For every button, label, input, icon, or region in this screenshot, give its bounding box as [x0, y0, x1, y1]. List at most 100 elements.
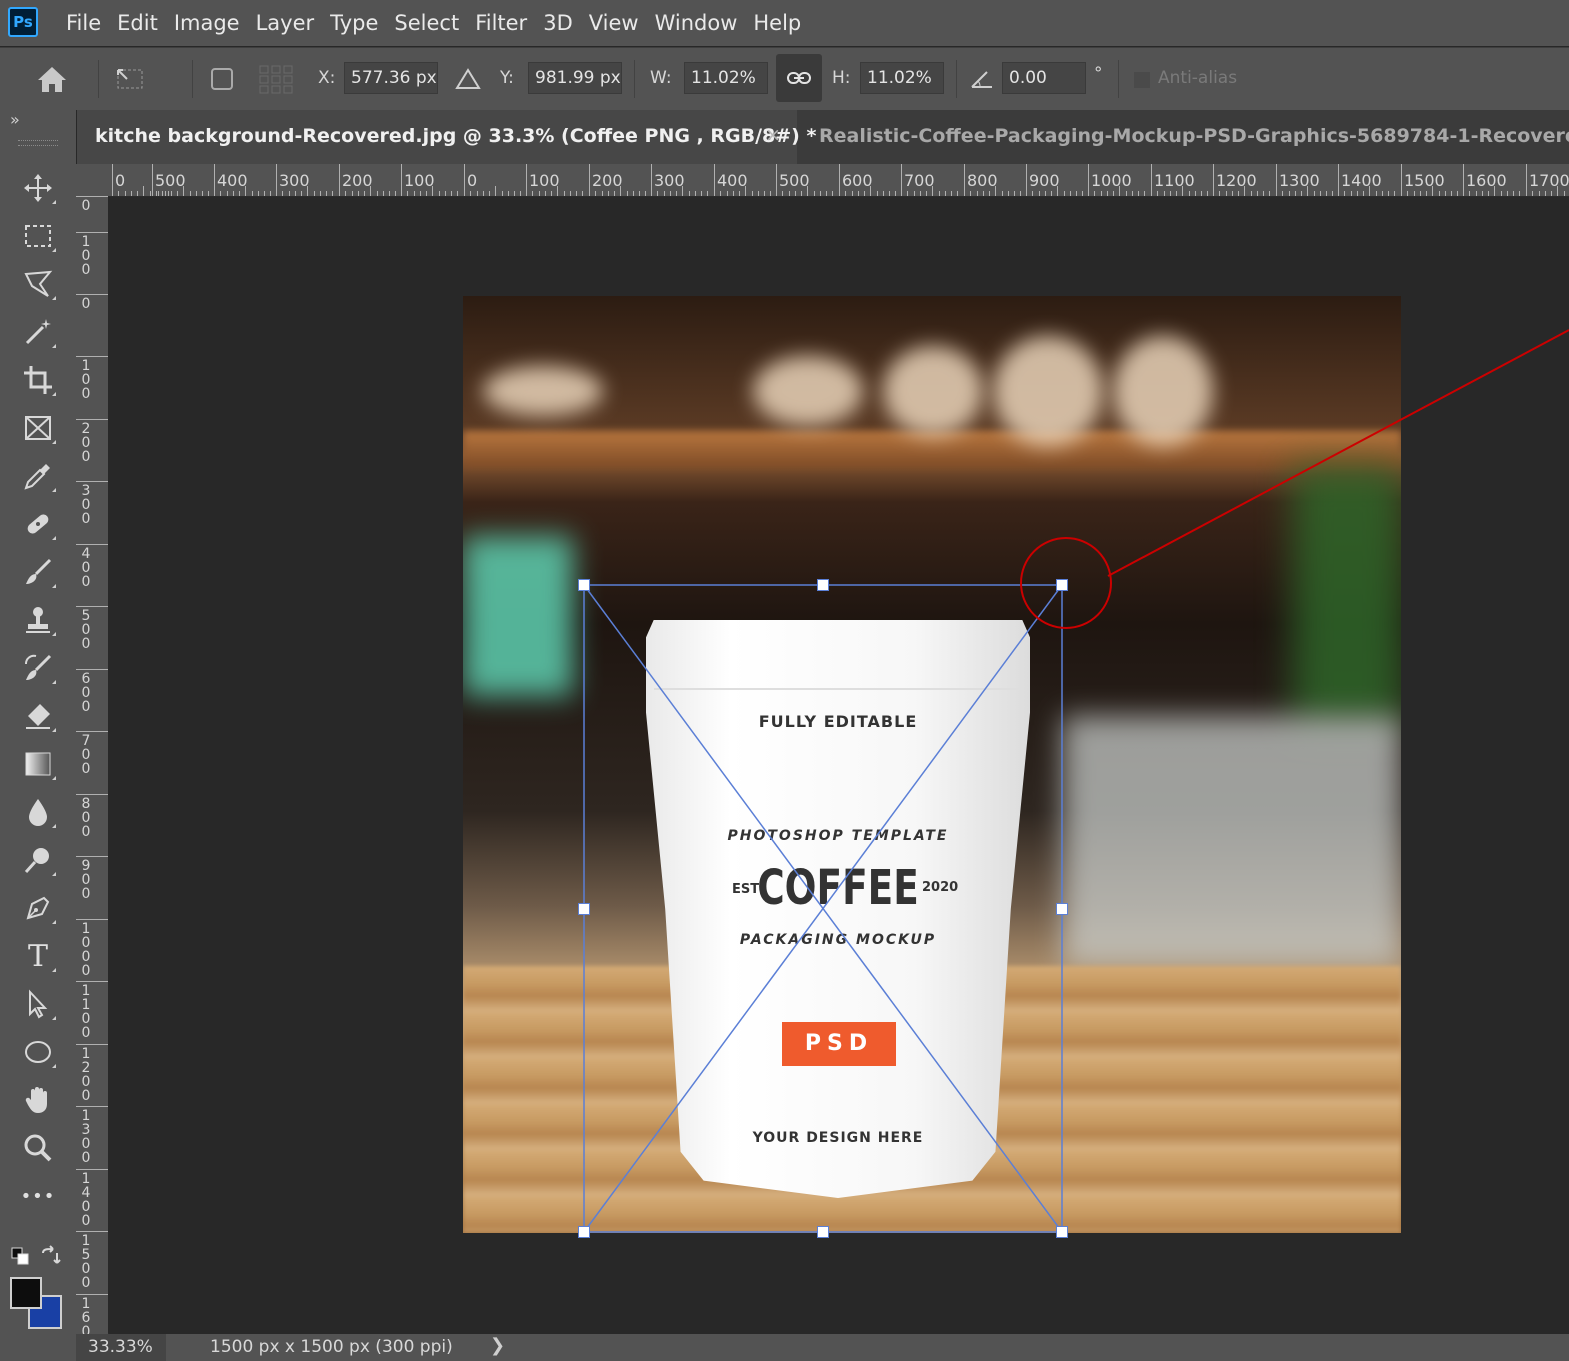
ruler-label: 300	[279, 171, 310, 190]
ruler-minor-tick	[457, 191, 459, 196]
transform-handle-top-left[interactable]	[578, 579, 590, 591]
magic-wand-icon[interactable]	[14, 310, 62, 354]
horizontal-ruler[interactable]: 0 500 400 300 200 100 0 100 200 300 400 500 600 700 80…	[108, 164, 1569, 197]
ruler-label: 600	[842, 171, 873, 190]
ruler-label: 300	[654, 171, 685, 190]
more-tools-glyph: •••	[20, 1185, 56, 1207]
ruler-minor-tick	[907, 191, 909, 196]
lasso-icon[interactable]	[14, 262, 62, 306]
menu-view[interactable]: View	[589, 11, 639, 35]
gradient-icon[interactable]	[14, 742, 62, 786]
ruler-minor-tick	[419, 191, 421, 196]
healing-brush-icon[interactable]	[14, 502, 62, 546]
reference-point-icon[interactable]	[110, 62, 150, 96]
blur-icon[interactable]	[14, 790, 62, 834]
ruler-minor-tick	[676, 191, 677, 196]
height-field[interactable]: 11.02%	[860, 62, 944, 94]
menu-edit[interactable]: Edit	[117, 11, 158, 35]
zoom-icon[interactable]	[14, 1126, 62, 1170]
collapse-panel-icon[interactable]: »	[10, 110, 20, 129]
ruler-minor-tick	[1113, 191, 1114, 196]
menu-filter[interactable]: Filter	[475, 11, 527, 35]
reference-checkbox-icon[interactable]	[206, 64, 238, 94]
menu-window[interactable]: Window	[655, 11, 738, 35]
transform-handle-top-center[interactable]	[817, 579, 829, 591]
transform-handle-top-right[interactable]	[1056, 579, 1068, 591]
coffee-pouch-layer[interactable]: FULLY EDITABLE PHOTOSHOP TEMPLATE EST CO…	[646, 620, 1030, 1198]
frame-icon[interactable]	[14, 406, 62, 450]
menu-image[interactable]: Image	[174, 11, 240, 35]
menu-select[interactable]: Select	[394, 11, 459, 35]
triangle-icon[interactable]	[452, 64, 484, 94]
ruler-minor-tick	[130, 191, 132, 196]
menu-type[interactable]: Type	[330, 11, 378, 35]
x-position-field[interactable]: 577.36 px	[344, 62, 438, 94]
eraser-icon[interactable]	[14, 694, 62, 738]
menu-layer[interactable]: Layer	[256, 11, 315, 35]
crop-icon[interactable]	[14, 358, 62, 402]
tab-kitchen-background[interactable]: kitche background-Recovered.jpg @ 33.3% …	[77, 110, 816, 164]
menu-3d[interactable]: 3D	[543, 11, 573, 35]
more-tools-icon[interactable]: •••	[14, 1174, 62, 1218]
default-colors-icon[interactable]	[8, 1244, 32, 1268]
ruler-minor-tick	[364, 191, 365, 196]
ruler-minor-tick	[1231, 191, 1233, 196]
ruler-minor-tick	[663, 191, 665, 196]
ruler-minor-tick	[870, 186, 872, 196]
anti-alias-checkbox[interactable]	[1134, 72, 1150, 88]
transform-handle-middle-left[interactable]	[578, 903, 590, 915]
hand-icon[interactable]	[14, 1078, 62, 1122]
status-bar: 33.33% 1500 px x 1500 px (300 ppi) ❯	[76, 1334, 1569, 1361]
ruler-minor-tick	[813, 191, 815, 196]
ruler-label: 100	[81, 358, 91, 402]
home-icon[interactable]	[34, 62, 70, 96]
ruler-minor-tick	[1381, 191, 1383, 196]
status-more-icon[interactable]: ❯	[490, 1335, 505, 1356]
swap-colors-icon[interactable]	[38, 1244, 62, 1268]
rectangular-marquee-icon[interactable]	[14, 214, 62, 258]
document-info[interactable]: 1500 px x 1500 px (300 ppi)	[210, 1337, 453, 1357]
ruler-minor-tick	[782, 191, 784, 196]
ruler-minor-tick	[1344, 191, 1346, 196]
path-selection-icon[interactable]	[14, 982, 62, 1026]
ruler-tick	[76, 981, 108, 982]
tab-coffee-mockup[interactable]: Realistic-Coffee-Packaging-Mockup-PSD-Gr…	[819, 125, 1569, 147]
ruler-minor-tick	[1319, 191, 1321, 196]
ruler-minor-tick	[807, 186, 809, 196]
eyedropper-icon[interactable]	[14, 454, 62, 498]
width-field[interactable]: 11.02%	[684, 62, 768, 94]
dodge-icon[interactable]	[14, 838, 62, 882]
vertical-ruler[interactable]: 0100010020030040050060070080090010001100…	[76, 196, 109, 1334]
menu-help[interactable]: Help	[753, 11, 801, 35]
transform-handle-bottom-center[interactable]	[817, 1226, 829, 1238]
transform-handle-bottom-right[interactable]	[1056, 1226, 1068, 1238]
ruler-minor-tick	[451, 191, 452, 196]
move-tool-icon[interactable]	[14, 166, 62, 210]
transform-handle-middle-right[interactable]	[1056, 903, 1068, 915]
ruler-minor-tick	[482, 191, 484, 196]
ruler-minor-tick	[1419, 191, 1421, 196]
clone-stamp-icon[interactable]	[14, 598, 62, 642]
close-icon[interactable]: ×	[765, 124, 781, 146]
pen-icon[interactable]	[14, 886, 62, 930]
history-brush-icon[interactable]	[14, 646, 62, 690]
ruler-minor-tick	[1044, 191, 1046, 196]
foreground-color-swatch[interactable]	[10, 1277, 42, 1309]
type-tool-icon[interactable]: T	[14, 934, 62, 978]
ruler-tick	[1401, 164, 1402, 196]
link-icon[interactable]	[776, 54, 822, 102]
ruler-minor-tick	[195, 191, 197, 196]
ellipse-icon[interactable]	[14, 1030, 62, 1074]
transform-handle-bottom-left[interactable]	[578, 1226, 590, 1238]
menu-file[interactable]: File	[66, 11, 101, 35]
ruler-minor-tick	[1469, 191, 1471, 196]
ruler-minor-tick	[124, 191, 126, 196]
y-position-field[interactable]: 981.99 px	[528, 62, 622, 94]
angle-field[interactable]: 0.00	[1002, 62, 1086, 94]
brush-icon[interactable]	[14, 550, 62, 594]
ruler-minor-tick	[307, 186, 309, 196]
zoom-field[interactable]: 33.33%	[76, 1334, 166, 1361]
ruler-minor-tick	[1532, 191, 1534, 196]
ruler-tick	[76, 731, 108, 732]
ruler-minor-tick	[382, 191, 384, 196]
